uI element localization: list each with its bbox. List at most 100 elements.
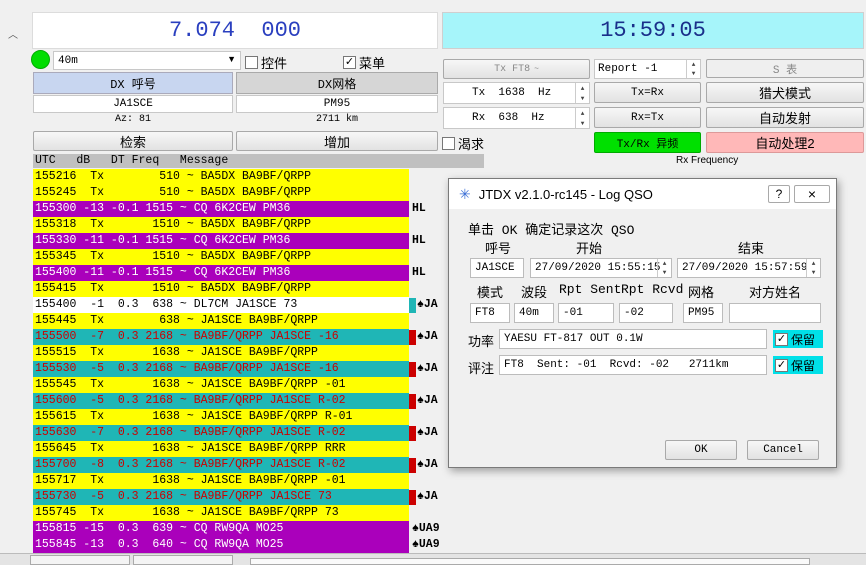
decode-row[interactable]: 155645 Tx 1638 ~ JA1SCE BA9BF/QRPP RRR (33, 441, 409, 457)
spin-down-icon[interactable]: ▼ (576, 93, 589, 103)
dx-call-header-label: DX 呼号 (110, 77, 156, 92)
decode-row[interactable]: 155545 Tx 1638 ~ JA1SCE BA9BF/QRPP -01 (33, 377, 409, 393)
decode-row[interactable]: 155530 -5 0.3 2168 ~ BA9BF/QRPP JA1SCE -… (33, 361, 409, 377)
help-button[interactable]: ? (768, 185, 790, 203)
menu-checkbox-box[interactable]: ✓ (343, 56, 356, 69)
decode-row[interactable]: 155300 -13 -0.1 1515 ~ CQ 6K2CEW PM36 (33, 201, 409, 217)
tx-equals-rx-button[interactable]: Tx=Rx (594, 82, 701, 103)
spin-down-icon[interactable]: ▼ (807, 268, 820, 277)
decode-row[interactable]: 155345 Tx 1510 ~ BA5DX BA9BF/QRPP (33, 249, 409, 265)
decode-row[interactable]: 155630 -7 0.3 2168 ~ BA9BF/QRPP JA1SCE R… (33, 425, 409, 441)
decode-row[interactable]: 155717 Tx 1638 ~ JA1SCE BA9BF/QRPP -01 (33, 473, 409, 489)
txrx-split-button[interactable]: Tx/Rx 异频 (594, 132, 701, 153)
decode-row[interactable]: 155318 Tx 1510 ~ BA5DX BA9BF/QRPP (33, 217, 409, 233)
power-retain-box[interactable]: ✓ (775, 332, 788, 346)
end-datetime-field[interactable]: 27/09/2020 15:57:59 ▲ ▼ (677, 258, 821, 278)
decode-row[interactable]: 155600 -5 0.3 2168 ~ BA9BF/QRPP JA1SCE R… (33, 393, 409, 409)
country-tag-label: ♠JA (417, 490, 438, 503)
spin-up-icon[interactable]: ▲ (658, 259, 671, 268)
controls-checkbox-box[interactable] (245, 56, 258, 69)
auto-sequence-button[interactable]: 自动处理2 (706, 132, 864, 153)
start-label: 开始 (576, 242, 603, 257)
comments-retain-checkbox[interactable]: ✓ 保留 (773, 356, 823, 374)
comments-field[interactable]: FT8 Sent: -01 Rcvd: -02 2711km (499, 355, 767, 375)
power-retain-checkbox[interactable]: ✓ 保留 (773, 330, 823, 348)
country-tag-label: HL (412, 234, 426, 247)
collapse-chevron-icon[interactable]: ︿ (8, 26, 22, 41)
rpt-sent-value: -01 (563, 307, 583, 319)
tx-frequency-spinbox[interactable]: Tx 1638 Hz ▲ ▼ (443, 82, 590, 104)
band-select[interactable]: 40m ▼ (53, 51, 241, 70)
direction-marker (409, 329, 416, 345)
dx-grid-field[interactable]: PM95 (236, 95, 438, 113)
hound-checkbox[interactable]: 渴求 (442, 134, 484, 153)
mode-field[interactable]: FT8 (470, 303, 510, 323)
comments-value: FT8 Sent: -01 Rcvd: -02 2711km (504, 359, 729, 371)
close-icon[interactable]: × (794, 185, 830, 203)
hound-mode-button[interactable]: 猎犬模式 (706, 82, 864, 103)
rpt-sent-field[interactable]: -01 (558, 303, 614, 323)
add-button[interactable]: 增加 (236, 131, 438, 151)
name-field[interactable] (729, 303, 821, 323)
spin-down-icon[interactable]: ▼ (658, 268, 671, 277)
country-tag: ♠JA (409, 425, 438, 441)
spin-up-icon[interactable]: ▲ (576, 83, 589, 93)
decode-row[interactable]: 155245 Tx 510 ~ BA5DX BA9BF/QRPP (33, 185, 409, 201)
menu-checkbox[interactable]: ✓ 菜单 (343, 53, 385, 72)
call-value: JA1SCE (475, 262, 515, 274)
bottom-tab-3[interactable] (250, 558, 810, 565)
decode-row[interactable]: 155415 Tx 1510 ~ BA5DX BA9BF/QRPP (33, 281, 409, 297)
decode-row[interactable]: 155330 -11 -0.1 1515 ~ CQ 6K2CEW PM36 (33, 233, 409, 249)
dx-call-field[interactable]: JA1SCE (33, 95, 233, 113)
rpt-rcvd-field[interactable]: -02 (619, 303, 673, 323)
lookup-button[interactable]: 检索 (33, 131, 233, 151)
decode-row[interactable]: 155730 -5 0.3 2168 ~ BA9BF/QRPP JA1SCE 7… (33, 489, 409, 505)
cancel-button[interactable]: Cancel (747, 440, 819, 460)
spin-up-icon[interactable]: ▲ (687, 60, 700, 69)
decode-row[interactable]: 155700 -8 0.3 2168 ~ BA9BF/QRPP JA1SCE R… (33, 457, 409, 473)
direction-marker (409, 425, 416, 441)
decode-row[interactable]: 155815 -15 0.3 639 ~ CQ RW9QA MO25 (33, 521, 409, 537)
menu-label: 菜单 (359, 56, 386, 71)
decode-row[interactable]: 155500 -7 0.3 2168 ~ BA9BF/QRPP JA1SCE -… (33, 329, 409, 345)
hound-label: 渴求 (458, 137, 485, 152)
grid-field[interactable]: PM95 (683, 303, 723, 323)
rx-equals-tx-button[interactable]: Rx=Tx (594, 107, 701, 128)
country-tag: ♠JA (409, 329, 438, 345)
controls-checkbox[interactable]: 控件 (245, 53, 287, 72)
decode-row[interactable]: 155745 Tx 1638 ~ JA1SCE BA9BF/QRPP 73 (33, 505, 409, 521)
country-tag-label: ♠UA9 (412, 522, 440, 535)
status-indicator-icon (31, 50, 50, 69)
tx-mode-button[interactable]: Tx FT8 ~ (443, 59, 590, 79)
spin-down-icon[interactable]: ▼ (576, 118, 589, 128)
decode-row[interactable]: 155515 Tx 1638 ~ JA1SCE BA9BF/QRPP (33, 345, 409, 361)
ok-button[interactable]: OK (665, 440, 737, 460)
frequency-value: 7.074 000 (168, 18, 302, 43)
decode-row[interactable]: 155400 -1 0.3 638 ~ DL7CM JA1SCE 73 (33, 297, 409, 313)
decode-row[interactable]: 155445 Tx 638 ~ JA1SCE BA9BF/QRPP (33, 313, 409, 329)
bottom-tab-1[interactable] (30, 555, 130, 565)
country-tag: ♠JA (409, 297, 438, 313)
country-tag-label: ♠JA (417, 394, 438, 407)
bottom-tab-2[interactable] (133, 555, 233, 565)
s-meter-label: S 表 (772, 64, 798, 77)
spin-up-icon[interactable]: ▲ (576, 108, 589, 118)
decode-row[interactable]: 155615 Tx 1638 ~ JA1SCE BA9BF/QRPP R-01 (33, 409, 409, 425)
direction-marker (409, 457, 416, 473)
band-field[interactable]: 40m (514, 303, 554, 323)
decode-row[interactable]: 155400 -11 -0.1 1515 ~ CQ 6K2CEW PM36 (33, 265, 409, 281)
spin-up-icon[interactable]: ▲ (807, 259, 820, 268)
call-field[interactable]: JA1SCE (470, 258, 524, 278)
decode-row[interactable]: 155845 -13 0.3 640 ~ CQ RW9QA MO25 (33, 537, 409, 553)
comments-retain-box[interactable]: ✓ (775, 358, 788, 372)
report-spinbox[interactable]: Report -1 ▲ ▼ (594, 59, 701, 79)
report-value: Report -1 (598, 63, 658, 75)
spin-down-icon[interactable]: ▼ (687, 69, 700, 78)
dx-call-header: DX 呼号 (33, 72, 233, 94)
auto-tx-button[interactable]: 自动发射 (706, 107, 864, 128)
decode-row[interactable]: 155216 Tx 510 ~ BA5DX BA9BF/QRPP (33, 169, 409, 185)
hound-checkbox-box[interactable] (442, 137, 455, 150)
power-field[interactable]: YAESU FT-817 OUT 0.1W (499, 329, 767, 349)
rx-frequency-spinbox[interactable]: Rx 638 Hz ▲ ▼ (443, 107, 590, 129)
start-datetime-field[interactable]: 27/09/2020 15:55:15 ▲ ▼ (530, 258, 672, 278)
